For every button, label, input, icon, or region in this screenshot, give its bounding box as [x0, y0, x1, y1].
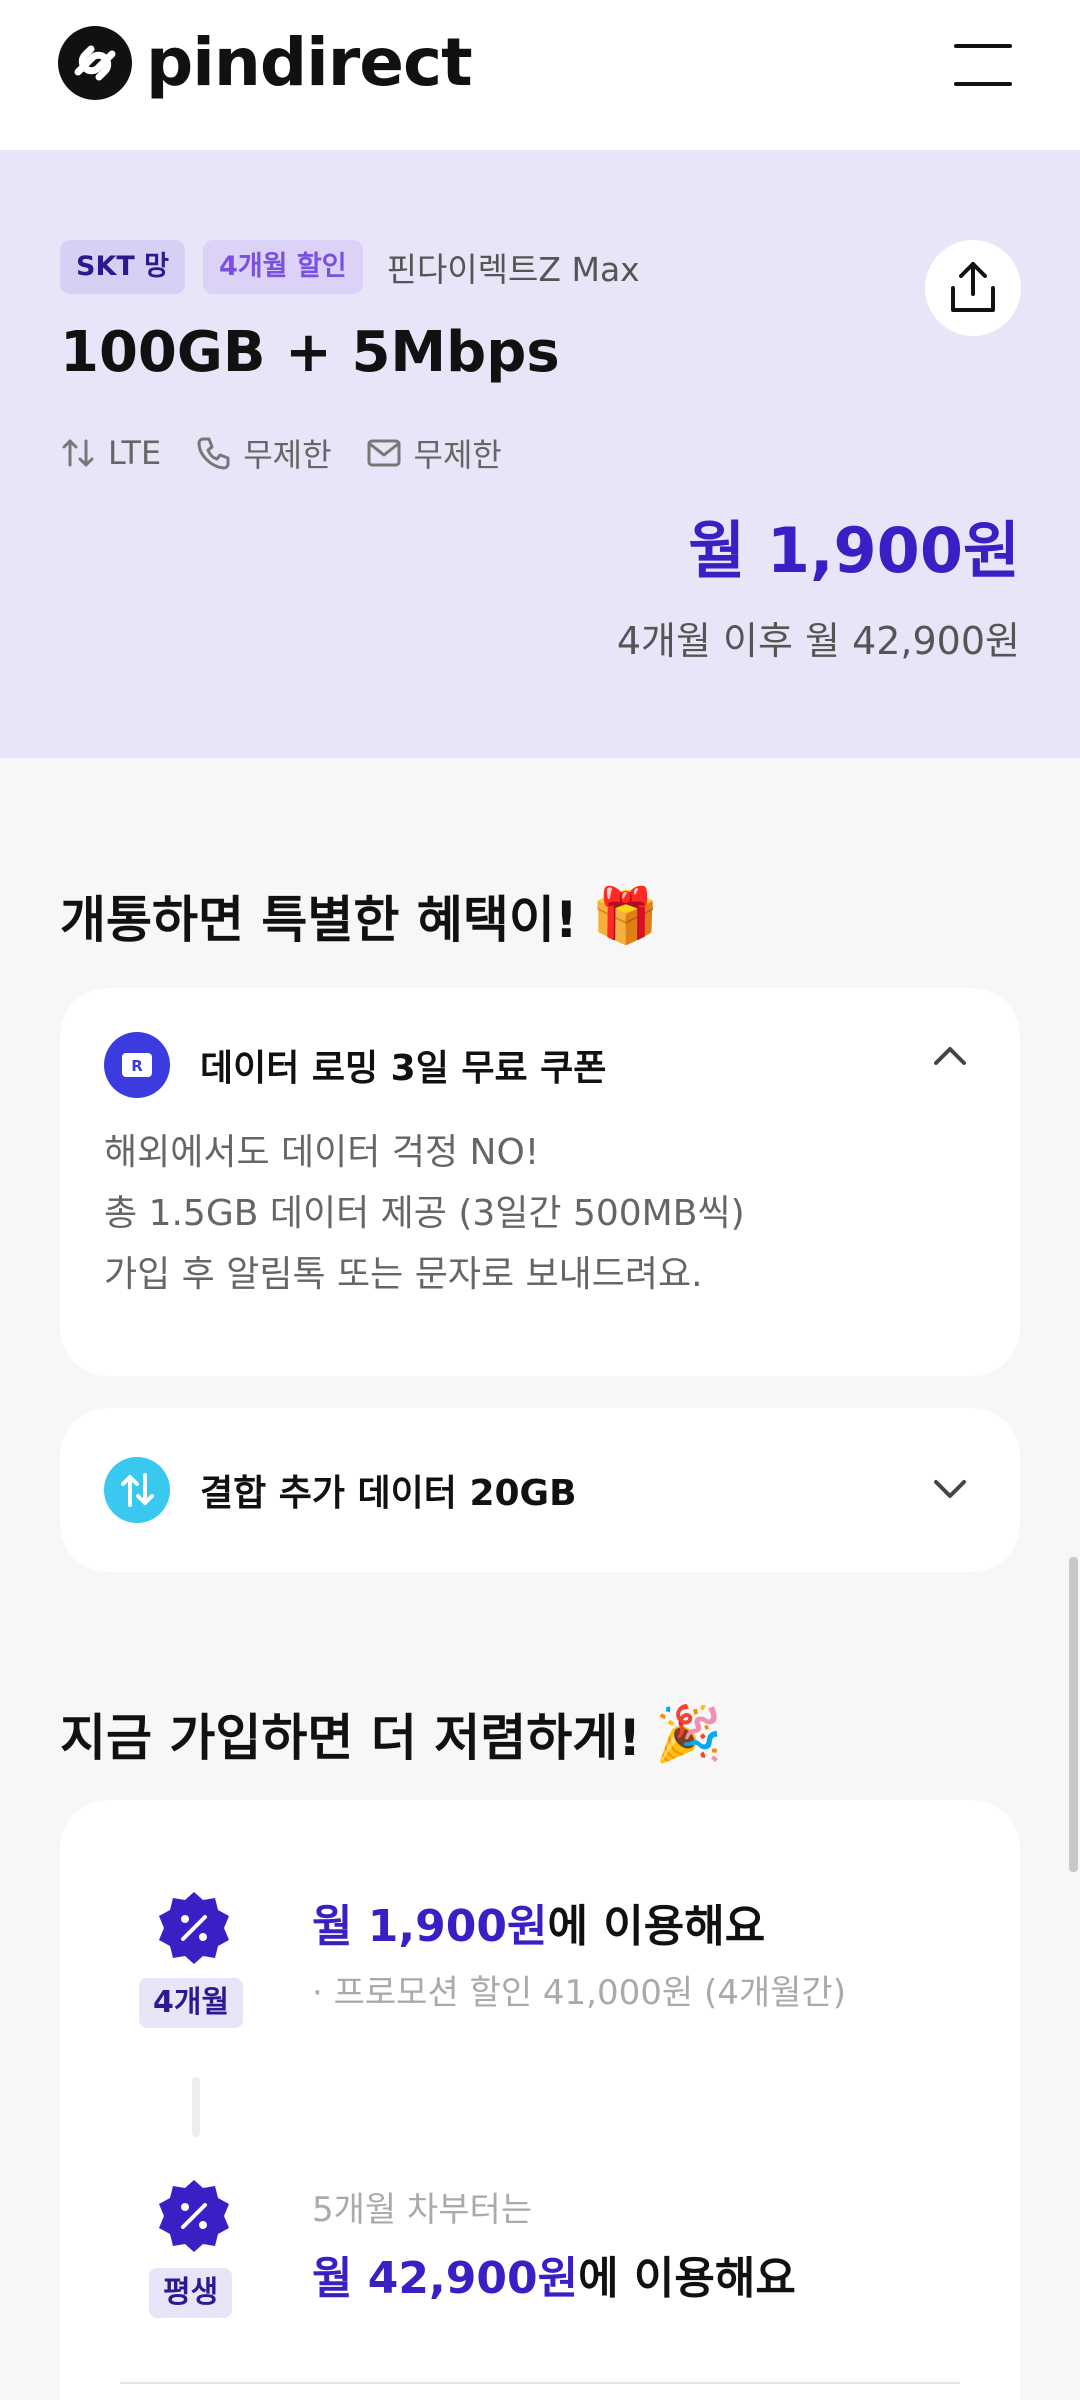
scrollbar[interactable]: [1069, 1557, 1078, 1872]
roaming-coupon-details: 해외에서도 데이터 걱정 NO! 총 1.5GB 데이터 제공 (3일간 500…: [104, 1122, 745, 1305]
app-header: pindirect: [0, 0, 1080, 150]
combo-data-card[interactable]: 결합 추가 데이터 20GB: [60, 1408, 1020, 1572]
period-tag-lifetime: 평생: [149, 2268, 233, 2318]
roaming-coupon-header[interactable]: R 데이터 로밍 3일 무료 쿠폰: [104, 1032, 606, 1098]
promo-discount-note: · 프로모션 할인 41,000원 (4개월간): [312, 1973, 846, 2013]
spec-messages-label: 무제한: [413, 436, 502, 474]
network-badge: SKT 망: [60, 240, 186, 294]
data-arrows-icon: [62, 439, 94, 467]
pindirect-logo[interactable]: pindirect: [58, 24, 473, 101]
roaming-detail-line: 해외에서도 데이터 걱정 NO!: [104, 1132, 540, 1173]
benefits-title-text: 개통하면 특별한 혜택이!: [60, 891, 578, 949]
regular-price: 월 42,900원: [312, 2253, 579, 2304]
discount-price: 월 1,900원: [312, 1901, 548, 1952]
chevron-up-icon[interactable]: [930, 1043, 970, 1067]
monthly-price: 월 1,900원: [688, 514, 1020, 587]
party-popper-icon: 🎉: [655, 1702, 723, 1765]
discount-badge-icon: [156, 2178, 232, 2254]
discount-row-lifetime: 월 42,900원에 이용해요: [312, 2242, 796, 2306]
discount-section-title: 지금 가입하면 더 저렴하게! 🎉: [60, 1698, 722, 1770]
data-transfer-icon: [104, 1457, 170, 1523]
spec-calls-label: 무제한: [243, 436, 332, 474]
regular-suffix: 에 이용해요: [578, 2253, 796, 2304]
period-tag-4months: 4개월: [139, 1978, 244, 2028]
coupon-icon: R: [104, 1032, 170, 1098]
benefits-section-title: 개통하면 특별한 혜택이! 🎁: [60, 880, 659, 952]
plan-summary: SKT 망 4개월 할인 핀다이렉트Z Max 100GB + 5Mbps LT…: [0, 150, 1080, 758]
discount-badge-icon: [156, 1890, 232, 1966]
hamburger-menu-icon[interactable]: [950, 36, 1016, 92]
plan-specs: LTE 무제한 무제한: [60, 430, 536, 476]
spec-calls: 무제한: [195, 430, 332, 476]
logo-mark-icon: [58, 26, 132, 100]
roaming-detail-line: 총 1.5GB 데이터 제공 (3일간 500MB씩): [104, 1193, 745, 1234]
timeline-connector: [192, 2077, 200, 2137]
discount-row-4months: 월 1,900원에 이용해요: [312, 1890, 765, 1954]
mail-icon: [367, 439, 401, 467]
promo-badge: 4개월 할인: [203, 240, 363, 294]
svg-text:R: R: [131, 1057, 143, 1075]
phone-icon: [197, 437, 230, 470]
share-button[interactable]: [925, 240, 1021, 336]
plan-badges: SKT 망 4개월 할인 핀다이렉트Z Max: [60, 240, 640, 294]
spec-network: LTE: [60, 434, 161, 472]
chevron-down-icon[interactable]: [930, 1476, 970, 1500]
discount-suffix: 에 이용해요: [547, 1901, 766, 1952]
carrier-name: 핀다이렉트Z Max: [386, 250, 640, 289]
share-icon: [951, 262, 995, 312]
logo-text: pindirect: [146, 24, 473, 101]
plan-title: 100GB + 5Mbps: [60, 320, 560, 385]
spec-messages: 무제한: [366, 430, 502, 476]
from-month-5-label: 5개월 차부터는: [312, 2190, 533, 2230]
roaming-coupon-label: 데이터 로밍 3일 무료 쿠폰: [200, 1048, 607, 1089]
roaming-coupon-card[interactable]: R 데이터 로밍 3일 무료 쿠폰 해외에서도 데이터 걱정 NO! 총 1.5…: [60, 988, 1020, 1376]
spec-network-label: LTE: [108, 434, 162, 472]
gift-icon: 🎁: [591, 884, 659, 947]
price-after-promo: 4개월 이후 월 42,900원: [616, 619, 1020, 663]
discount-title-text: 지금 가입하면 더 저렴하게!: [60, 1709, 642, 1767]
divider: [120, 2382, 960, 2384]
combo-data-header[interactable]: 결합 추가 데이터 20GB: [104, 1457, 577, 1523]
roaming-detail-line: 가입 후 알림톡 또는 문자로 보내드려요.: [104, 1254, 703, 1295]
combo-data-label: 결합 추가 데이터 20GB: [200, 1473, 577, 1514]
